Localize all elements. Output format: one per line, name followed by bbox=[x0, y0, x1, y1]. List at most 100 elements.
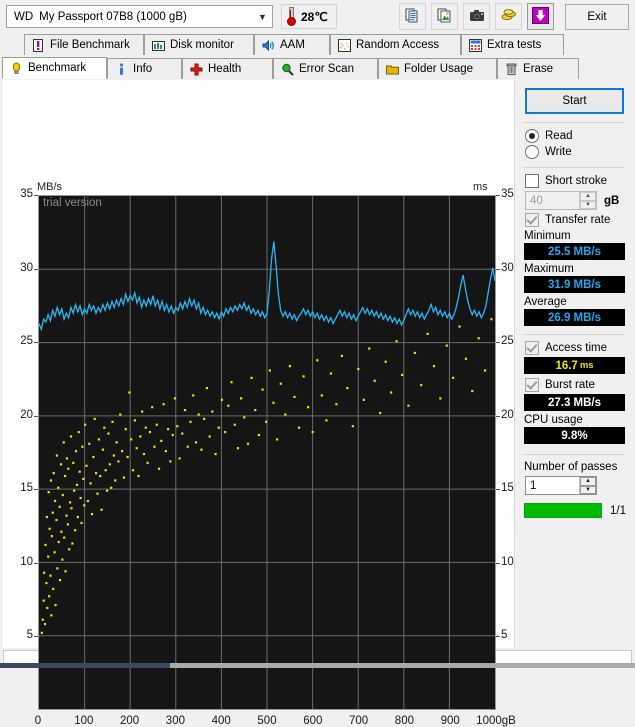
access-time-checkbox-indicator bbox=[525, 341, 539, 355]
x-tick-label: 0 bbox=[34, 715, 42, 727]
short-stroke-input[interactable]: 40 ▲ ▼ bbox=[525, 191, 597, 210]
temperature-value: 28℃ bbox=[301, 9, 328, 24]
tab-extra-tests[interactable]: Extra tests bbox=[461, 34, 564, 55]
x-tick-label: 500 bbox=[257, 715, 277, 727]
exit-label: Exit bbox=[587, 10, 607, 23]
checkbox-access-time[interactable]: Access time bbox=[525, 341, 626, 355]
transfer-rate-label: Transfer rate bbox=[545, 214, 611, 226]
checkbox-burst-rate[interactable]: Burst rate bbox=[525, 378, 626, 392]
magnifier-icon bbox=[281, 63, 294, 76]
minimum-readout: 25.5 MB/s bbox=[524, 243, 625, 260]
tab-label: Health bbox=[208, 63, 242, 75]
passes-stepper[interactable]: ▲ ▼ bbox=[579, 477, 596, 494]
download-button[interactable] bbox=[527, 3, 554, 30]
cpu-usage-readout: 9.8% bbox=[524, 427, 625, 444]
drive-select[interactable]: WD My Passport 07B8 (1000 gB) ▼ bbox=[6, 5, 273, 28]
save-image-icon bbox=[437, 8, 452, 26]
access-time-value: 16.7 bbox=[555, 359, 578, 372]
short-stroke-checkbox-indicator bbox=[525, 174, 539, 188]
tab-random-access[interactable]: Random Access bbox=[330, 34, 461, 55]
tab-row-primary: Benchmark Info Health Error Scan Folder … bbox=[2, 57, 635, 79]
taskbar bbox=[0, 663, 635, 668]
tab-label: Error Scan bbox=[299, 63, 354, 75]
tab-info[interactable]: Info bbox=[107, 58, 182, 79]
tab-aam[interactable]: AAM bbox=[254, 34, 330, 55]
tab-health[interactable]: Health bbox=[182, 58, 273, 79]
bar-chart-icon bbox=[152, 39, 165, 52]
radio-write[interactable]: Write bbox=[525, 145, 626, 159]
y-tick-mark bbox=[34, 415, 38, 417]
tab-benchmark[interactable]: Benchmark bbox=[2, 57, 107, 79]
tab-label: Extra tests bbox=[487, 39, 542, 51]
progress-bar bbox=[524, 503, 602, 518]
stepper-up-icon[interactable]: ▲ bbox=[580, 477, 596, 486]
donate-button[interactable] bbox=[495, 3, 522, 30]
tab-error-scan[interactable]: Error Scan bbox=[273, 58, 378, 79]
bulb-icon bbox=[10, 62, 23, 75]
stepper-up-icon[interactable]: ▲ bbox=[580, 192, 596, 201]
y-tick-label: 10 bbox=[20, 555, 33, 568]
copy-icon bbox=[405, 8, 420, 26]
divider bbox=[523, 167, 625, 168]
y2-axis-label: ms bbox=[473, 181, 488, 193]
content-area: MB/s ms trial version 5 10 15 20 25 30 35 5 10 1… bbox=[0, 80, 635, 727]
minimum-label: Minimum bbox=[524, 230, 571, 242]
temperature-display: 28℃ bbox=[281, 4, 337, 29]
start-label: Start bbox=[562, 95, 587, 107]
tab-erase[interactable]: Erase bbox=[497, 58, 579, 79]
passes-input[interactable]: 1 ▲ ▼ bbox=[525, 476, 597, 495]
tab-file-benchmark[interactable]: File Benchmark bbox=[24, 34, 144, 55]
cpu-usage-label: CPU usage bbox=[524, 414, 583, 426]
trial-watermark: trial version bbox=[43, 197, 102, 209]
tab-label: AAM bbox=[280, 39, 305, 51]
stepper-down-icon[interactable]: ▼ bbox=[580, 485, 596, 494]
access-time-readout: 16.7 ms bbox=[524, 357, 625, 374]
screenshot-button[interactable] bbox=[463, 3, 490, 30]
x-tick-label: 600 bbox=[303, 715, 323, 727]
stepper-down-icon[interactable]: ▼ bbox=[580, 200, 596, 209]
cross-icon bbox=[190, 63, 203, 76]
checkbox-transfer-rate[interactable]: Transfer rate bbox=[525, 213, 626, 227]
short-stroke-stepper[interactable]: ▲ ▼ bbox=[579, 192, 596, 209]
trash-icon bbox=[505, 63, 518, 76]
tab-bar: File Benchmark Disk monitor AAM Random A… bbox=[0, 33, 635, 80]
start-button[interactable]: Start bbox=[525, 88, 624, 114]
x-tick-label: 900 bbox=[440, 715, 460, 727]
scatter-icon bbox=[338, 38, 351, 52]
copy-button[interactable] bbox=[399, 3, 426, 30]
progress-text: 1/1 bbox=[610, 504, 626, 517]
burst-rate-readout: 27.3 MB/s bbox=[524, 394, 625, 411]
average-readout: 26.9 MB/s bbox=[524, 309, 625, 326]
maximum-label: Maximum bbox=[524, 263, 574, 275]
passes-row: 1 ▲ ▼ bbox=[525, 476, 626, 495]
tab-folder-usage[interactable]: Folder Usage bbox=[378, 58, 497, 79]
radio-read-indicator bbox=[525, 129, 539, 143]
taskbar-segment bbox=[0, 663, 170, 668]
plot-svg bbox=[39, 196, 495, 709]
y2-tick-mark bbox=[496, 562, 500, 564]
exit-button[interactable]: Exit bbox=[565, 3, 629, 30]
y-tick-label: 20 bbox=[20, 408, 33, 421]
tab-label: Disk monitor bbox=[170, 39, 234, 51]
save-image-button[interactable] bbox=[431, 3, 458, 30]
control-panel: Start Read Write Short stroke 40 ▲ ▼ gB … bbox=[514, 80, 632, 648]
passes-value: 1 bbox=[530, 479, 537, 492]
checkbox-short-stroke[interactable]: Short stroke bbox=[525, 174, 626, 188]
divider bbox=[523, 334, 625, 335]
y-axis-label: MB/s bbox=[37, 181, 63, 193]
drive-brand: WD bbox=[14, 10, 34, 23]
progress-row: 1/1 bbox=[524, 503, 626, 518]
chevron-down-icon[interactable]: ▼ bbox=[253, 7, 272, 26]
y-tick-label: 5 bbox=[26, 629, 33, 642]
tab-disk-monitor[interactable]: Disk monitor bbox=[144, 34, 254, 55]
radio-read[interactable]: Read bbox=[525, 129, 626, 143]
access-time-unit: ms bbox=[579, 360, 594, 371]
y-tick-label: 30 bbox=[20, 261, 33, 274]
y2-tick-mark bbox=[496, 415, 500, 417]
y-tick-mark bbox=[34, 489, 38, 491]
y2-tick-mark bbox=[496, 268, 500, 270]
hdtune-window: WD My Passport 07B8 (1000 gB) ▼ 28℃ Exit… bbox=[0, 0, 635, 727]
x-tick-label: 800 bbox=[394, 715, 414, 727]
maximum-readout: 31.9 MB/s bbox=[524, 276, 625, 293]
y-tick-mark bbox=[34, 636, 38, 638]
